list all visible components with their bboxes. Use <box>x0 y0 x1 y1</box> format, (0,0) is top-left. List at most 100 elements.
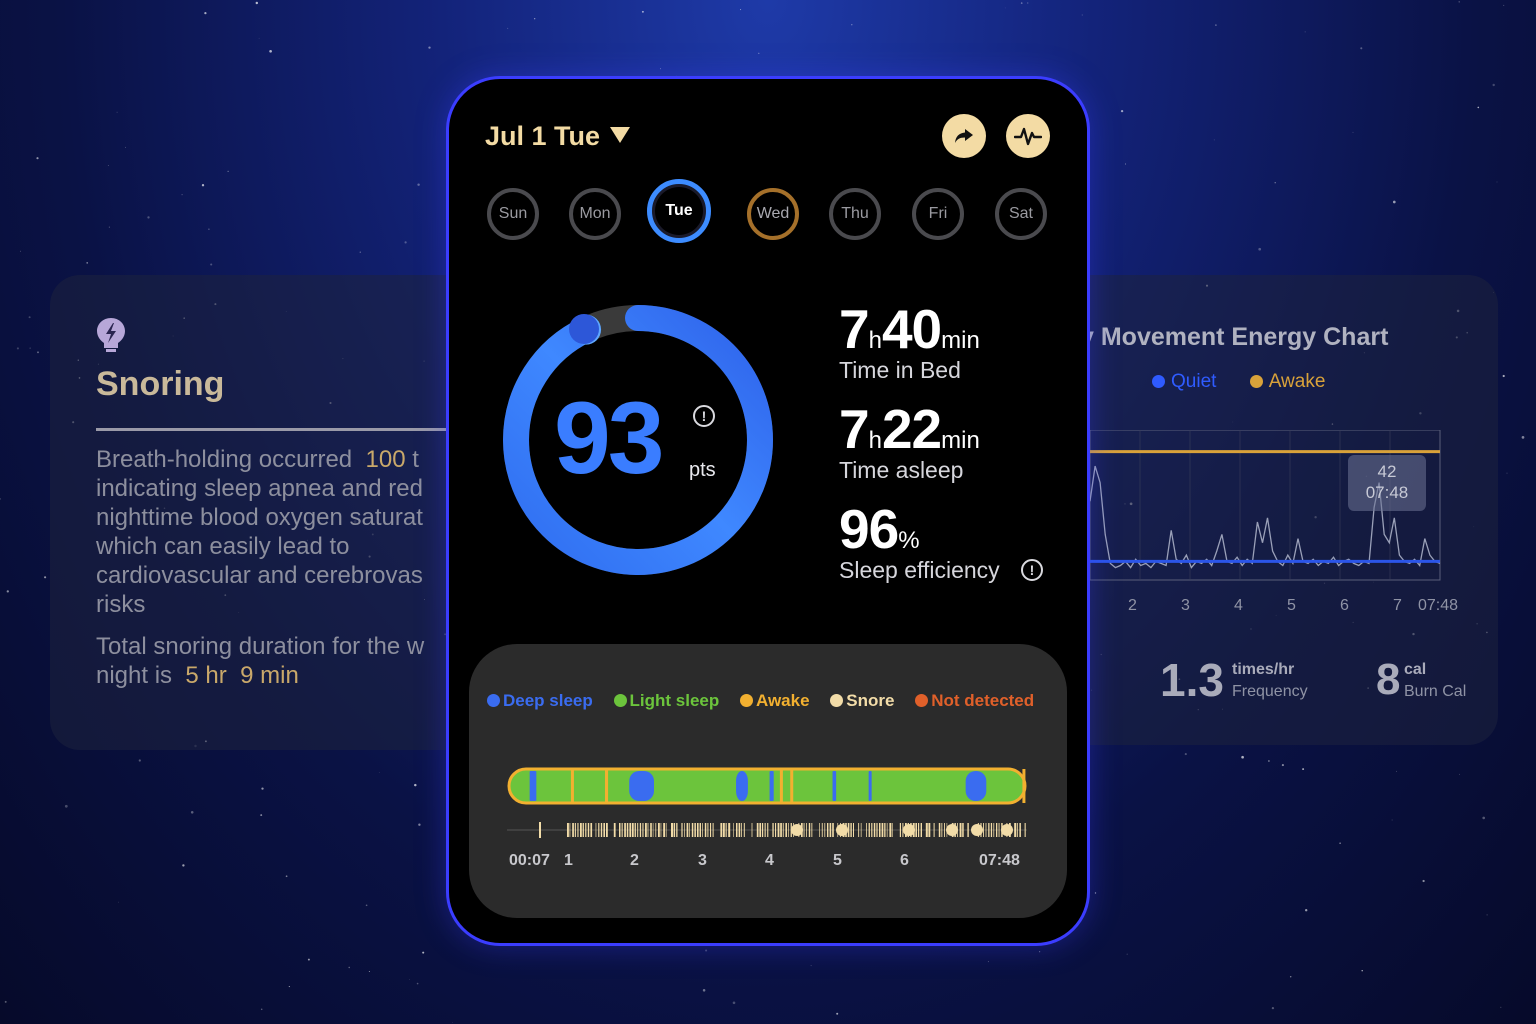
star <box>1039 951 1041 953</box>
star <box>4 1000 7 1003</box>
snore-mark <box>876 823 878 837</box>
star <box>378 772 380 774</box>
snore-mark <box>598 823 600 837</box>
snore-mark <box>873 823 876 837</box>
snore-mark <box>697 823 699 837</box>
star <box>116 111 118 113</box>
snore-mark <box>728 823 731 837</box>
score-info-icon[interactable]: ! <box>693 405 715 427</box>
deep-segment <box>832 771 837 801</box>
day-sun[interactable]: Sun <box>487 188 539 240</box>
star <box>261 787 264 790</box>
snore-mark <box>645 823 647 837</box>
star <box>359 251 362 253</box>
burn-cal-label: Burn Cal <box>1404 683 1467 700</box>
star <box>1360 47 1363 50</box>
star <box>418 823 421 826</box>
star <box>28 316 31 319</box>
snore-mark <box>962 823 964 837</box>
star <box>641 10 644 13</box>
movement-chart-title: y Movement Energy Chart <box>1080 323 1389 351</box>
sleep-efficiency-label: Sleep efficiency <box>839 557 1000 583</box>
star <box>147 216 150 219</box>
snore-mark <box>694 823 696 837</box>
day-wed[interactable]: Wed <box>747 188 799 240</box>
snore-mark <box>860 823 862 837</box>
bolt-icon <box>97 318 125 352</box>
time-in-bed-value: 7h40min <box>839 297 980 361</box>
legend-snore-label: Snore <box>846 691 895 710</box>
snore-mark <box>686 823 689 837</box>
deep-segment <box>629 771 654 801</box>
snore-mark <box>762 823 764 837</box>
star <box>702 989 706 992</box>
star <box>1094 892 1097 894</box>
snore-mark <box>569 823 571 837</box>
star <box>29 347 31 349</box>
chart-tooltip: 42 07:48 <box>1348 455 1426 511</box>
day-sat[interactable]: Sat <box>995 188 1047 240</box>
snore-mark <box>673 823 676 837</box>
snore-mark <box>689 823 690 837</box>
snore-mark <box>756 823 759 837</box>
efficiency-unit: % <box>898 527 920 554</box>
asleep-hours: 7 <box>839 398 870 460</box>
snore-mark <box>996 823 998 837</box>
time-asleep-value: 7h22min <box>839 397 980 461</box>
date-selector[interactable]: Jul 1 Tue <box>485 121 631 152</box>
snore-mark <box>723 823 725 837</box>
tooltip-value: 42 <box>1377 462 1397 481</box>
chart-x-axis: 2 3 4 5 6 7 07:48 <box>1020 597 1498 621</box>
star <box>1422 879 1425 883</box>
star <box>204 11 207 15</box>
star <box>1271 1006 1275 1010</box>
desc-line1-suffix: t <box>412 446 419 473</box>
snore-mark <box>1014 823 1017 837</box>
snore-mark <box>920 823 922 837</box>
star <box>37 351 39 354</box>
day-mon[interactable]: Mon <box>569 188 621 240</box>
snore-mark <box>985 823 987 837</box>
sleep-stage-timeline[interactable] <box>507 767 1027 805</box>
star <box>1502 374 1505 378</box>
light-sleep-base <box>507 767 1027 805</box>
share-icon <box>955 129 973 143</box>
snore-mark <box>741 823 742 837</box>
snore-mark <box>539 822 541 838</box>
awake-segment <box>779 769 783 803</box>
star <box>182 864 185 867</box>
snore-timeline[interactable] <box>507 820 1027 840</box>
snore-mark <box>626 823 629 837</box>
snore-mark <box>915 823 917 837</box>
snore-cluster <box>946 824 958 836</box>
day-thu[interactable]: Thu <box>829 188 881 240</box>
snore-mark <box>603 823 605 837</box>
snore-mark <box>803 823 805 837</box>
timeline-start: 00:07 <box>509 852 550 869</box>
star <box>705 949 708 952</box>
snore-mark <box>590 823 593 837</box>
star <box>1184 753 1187 756</box>
legend-deep: Deep sleep <box>487 691 601 710</box>
day-tue[interactable]: Tue <box>647 179 711 243</box>
snore-mark <box>767 823 769 837</box>
snore-mark <box>658 823 660 837</box>
star <box>1027 2 1029 4</box>
awake-dot-icon <box>739 694 753 707</box>
day-fri[interactable]: Fri <box>912 188 964 240</box>
snore-mark <box>847 823 850 837</box>
share-button[interactable] <box>942 114 986 158</box>
snore-mark <box>582 823 584 837</box>
frequency-value: 1.3 <box>1160 654 1224 706</box>
timeline-hour: 4 <box>765 852 774 869</box>
activity-button[interactable] <box>1006 114 1050 158</box>
efficiency-info-icon[interactable]: ! <box>1021 559 1043 581</box>
snore-mark <box>886 823 888 837</box>
timeline-end: 07:48 <box>979 852 1020 869</box>
snoring-title: Snoring <box>96 365 225 403</box>
star <box>285 875 288 878</box>
snore-mark <box>650 823 652 837</box>
snore-mark <box>613 823 616 837</box>
star <box>1289 976 1292 978</box>
snore-mark <box>764 823 766 837</box>
